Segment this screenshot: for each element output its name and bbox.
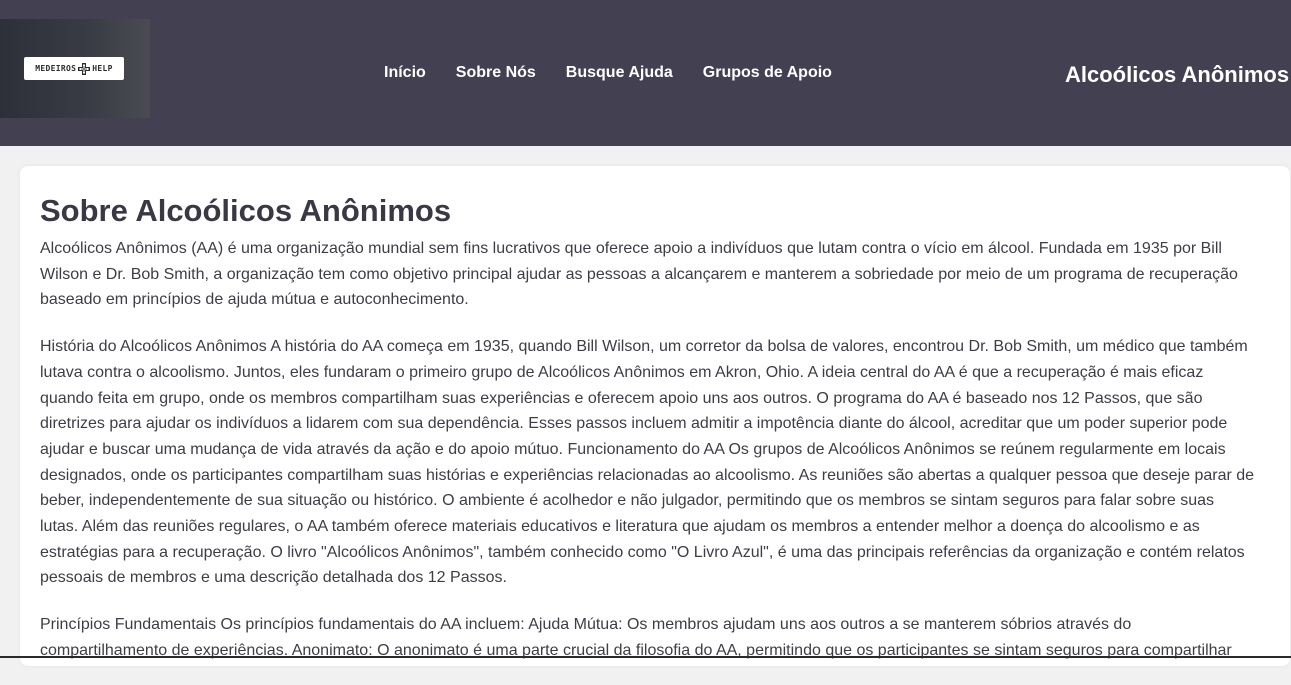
medical-cross-icon <box>78 62 91 75</box>
logo[interactable]: MEDEIROS HELP <box>24 57 124 80</box>
nav-link-grupos-de-apoio[interactable]: Grupos de Apoio <box>703 64 832 82</box>
nav-link-sobre-nos[interactable]: Sobre Nós <box>456 64 536 82</box>
nav-link-inicio[interactable]: Início <box>384 64 426 82</box>
intro-paragraph: Alcoólicos Anônimos (AA) é uma organizaç… <box>40 240 1238 309</box>
nav-link-busque-ajuda[interactable]: Busque Ajuda <box>566 64 673 82</box>
logo-container[interactable]: MEDEIROS HELP <box>0 19 150 118</box>
logo-text-right: HELP <box>92 64 113 73</box>
site-header: MEDEIROS HELP Início Sobre Nós Busque Aj… <box>0 0 1291 146</box>
site-title: Alcoólicos Anônimos <box>1065 62 1290 87</box>
logo-text-left: MEDEIROS <box>35 64 77 73</box>
article: Sobre Alcoólicos Anônimos Alcoólicos Anô… <box>40 192 1255 685</box>
content-card: Sobre Alcoólicos Anônimos Alcoólicos Anô… <box>20 166 1290 666</box>
page-title: Sobre Alcoólicos Anônimos <box>40 193 452 228</box>
history-paragraph: História do Alcoólicos Anônimos A histór… <box>40 338 1255 587</box>
main-nav: Início Sobre Nós Busque Ajuda Grupos de … <box>384 64 862 82</box>
